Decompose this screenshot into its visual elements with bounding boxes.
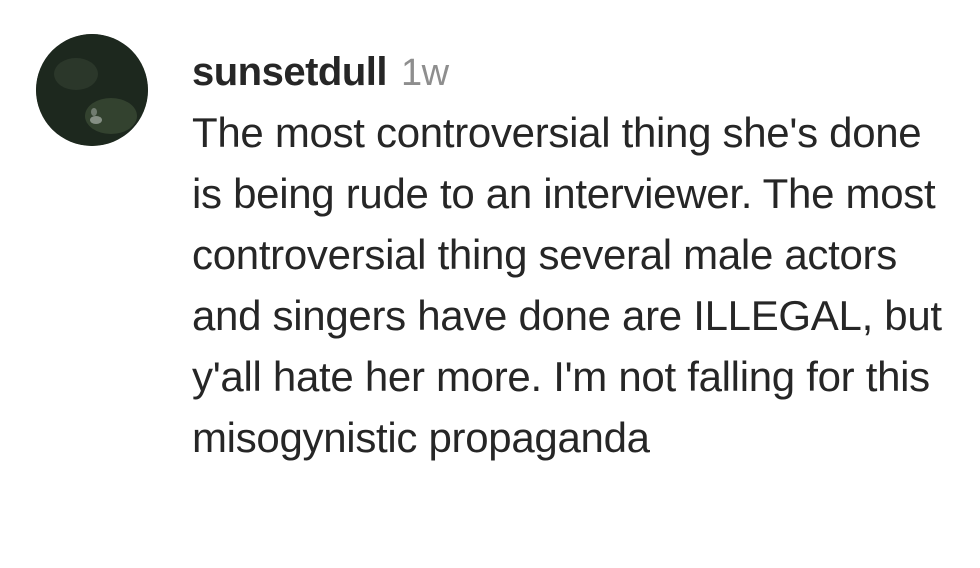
comment-body: sunsetdull 1w The most controversial thi… bbox=[192, 42, 962, 468]
comment: sunsetdull 1w The most controversial thi… bbox=[0, 0, 980, 568]
timestamp[interactable]: 1w bbox=[401, 43, 449, 103]
username[interactable]: sunsetdull bbox=[192, 42, 388, 102]
avatar[interactable] bbox=[36, 34, 148, 146]
comment-text: The most controversial thing she's done … bbox=[192, 109, 942, 461]
comment-header: sunsetdull 1w bbox=[192, 42, 962, 102]
profile-photo-icon bbox=[36, 34, 148, 146]
